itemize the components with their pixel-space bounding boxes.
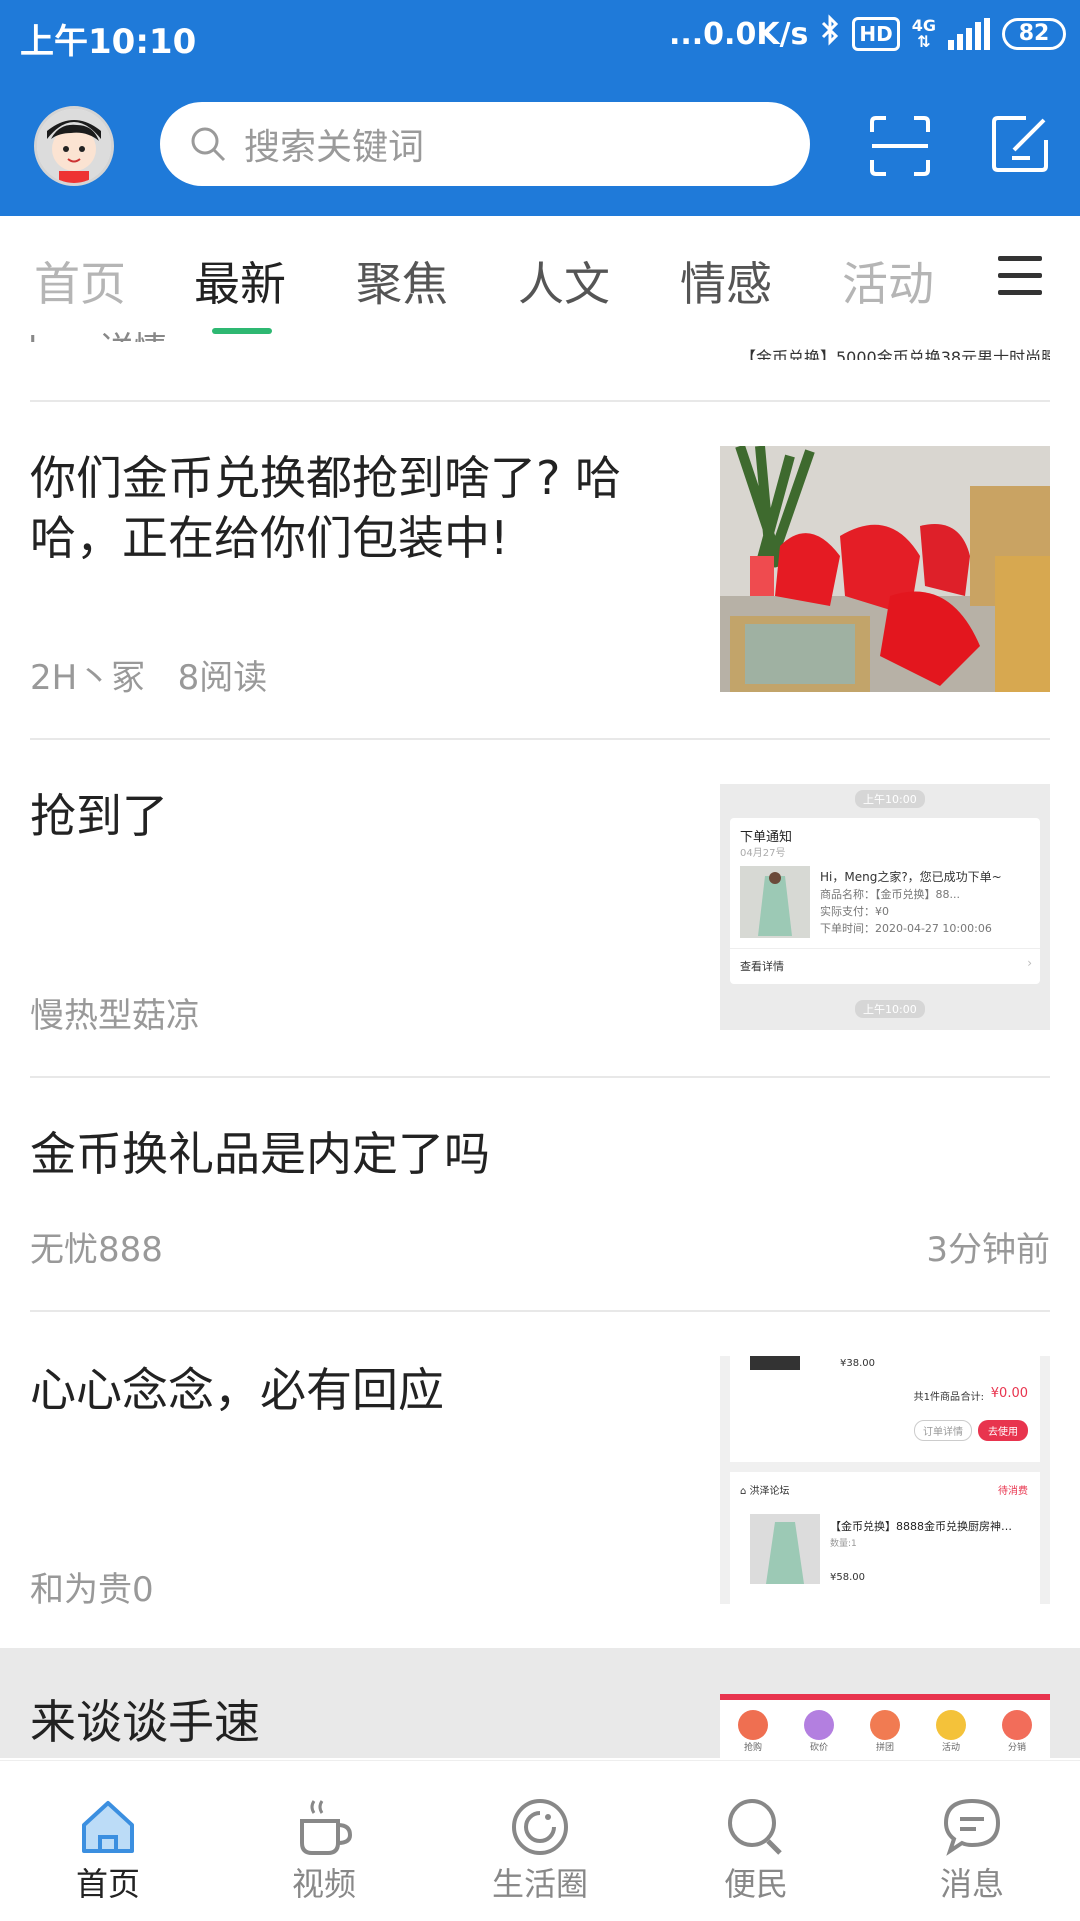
avatar-icon <box>37 109 111 183</box>
feed-item-thumbnail <box>720 446 1050 692</box>
status-time: 上午10:10 <box>20 22 197 62</box>
post-button[interactable] <box>990 114 1054 178</box>
feed-item-pressed[interactable]: 来谈谈手速 抢购 砍价 拼团 活动 分销 <box>0 1648 1080 1758</box>
message-icon <box>943 1798 1001 1856</box>
feed-item-thumbnail: 抢购 砍价 拼团 活动 分销 <box>720 1694 1050 1758</box>
feed-item-title: 来谈谈手速 <box>30 1695 260 1749</box>
tab-culture[interactable]: 人文 <box>518 248 610 314</box>
feed-item-thumbnail: ¥38.00 共1件商品 合计: ¥0.00 订单详情 去使用 ⌂ 洪泽论坛 待… <box>720 1356 1050 1604</box>
divider <box>30 1310 1050 1312</box>
nav-service[interactable]: 便民 <box>648 1761 864 1921</box>
tab-focus[interactable]: 聚焦 <box>356 248 448 314</box>
nav-service-label: 便民 <box>723 1865 788 1903</box>
tab-menu-button[interactable] <box>998 256 1042 307</box>
signal-type: 4G ⇅ <box>911 16 936 51</box>
nav-video[interactable]: 视频 <box>216 1761 432 1921</box>
feed-item-author: 无忧888 <box>30 1230 163 1270</box>
search-icon <box>191 127 226 162</box>
divider <box>30 400 1050 402</box>
tab-home[interactable]: 首页 <box>34 248 126 314</box>
life-circle-icon <box>512 1799 568 1855</box>
edit-icon <box>992 116 1048 172</box>
category-tabs: 首页 最新 聚焦 人文 情感 活动 <box>0 216 1080 334</box>
status-right: ...0.0K/s HD 4G ⇅ 82 <box>669 14 1066 54</box>
home-icon <box>82 1801 134 1853</box>
top-header: 搜索关键词 <box>0 72 1080 216</box>
feed-item-time: 3分钟前 <box>926 1230 1050 1270</box>
nav-video-label: 视频 <box>291 1865 356 1903</box>
feed-item-title: 心心念念，必有回应 <box>30 1363 444 1417</box>
bluetooth-icon <box>820 14 840 54</box>
nav-life-circle[interactable]: 生活圈 <box>432 1761 648 1921</box>
feed-item-meta: 2H丶冢 8阅读 <box>30 658 268 698</box>
feed-item-thumbnail: 上午10:00 下单通知 04月27号 Hi，Meng之家?，您已成功下单~ 商… <box>720 784 1050 1030</box>
nav-home[interactable]: 首页 <box>0 1761 216 1921</box>
partial-item-text: love详情 <box>28 322 167 342</box>
signal-bars-icon <box>948 18 990 50</box>
video-cup-icon <box>300 1800 353 1855</box>
status-bar: 上午10:10 ...0.0K/s HD 4G ⇅ 82 <box>0 0 1080 72</box>
search-placeholder: 搜索关键词 <box>244 127 425 168</box>
tab-latest[interactable]: 最新 <box>194 248 286 334</box>
divider <box>30 738 1050 740</box>
partial-item-thumbnail: 【金币兑换】5000金币兑换38元男士时尚腰带! <box>740 348 1050 360</box>
nav-life-circle-label: 生活圈 <box>491 1865 588 1903</box>
feed-item-author: 慢热型菇凉 <box>30 996 200 1036</box>
feed-item-title: 抢到了 <box>30 789 168 843</box>
nav-home-label: 首页 <box>75 1865 140 1903</box>
feed-item-title: 你们金币兑换都抢到啥了? 哈哈，正在给你们包装中! <box>30 451 622 565</box>
avatar[interactable] <box>34 106 114 186</box>
network-speed: ...0.0K/s <box>668 16 809 52</box>
scan-button[interactable] <box>868 114 932 178</box>
scan-icon <box>870 116 930 176</box>
nav-messages[interactable]: 消息 <box>864 1761 1080 1921</box>
nav-messages-label: 消息 <box>939 1865 1004 1903</box>
feed-item-title: 金币换礼品是内定了吗 <box>30 1127 490 1181</box>
active-tab-indicator <box>212 328 272 334</box>
hd-icon: HD <box>852 17 900 51</box>
search-service-icon <box>728 1799 782 1855</box>
tab-emotion[interactable]: 情感 <box>680 248 772 314</box>
divider <box>30 1076 1050 1078</box>
search-input[interactable]: 搜索关键词 <box>160 102 810 186</box>
feed-item-author: 和为贵0 <box>30 1570 154 1610</box>
bottom-navigation: 首页 视频 生活圈 便民 消息 <box>0 1760 1080 1921</box>
battery-icon: 82 <box>1002 18 1066 50</box>
tab-activity[interactable]: 活动 <box>842 248 934 314</box>
